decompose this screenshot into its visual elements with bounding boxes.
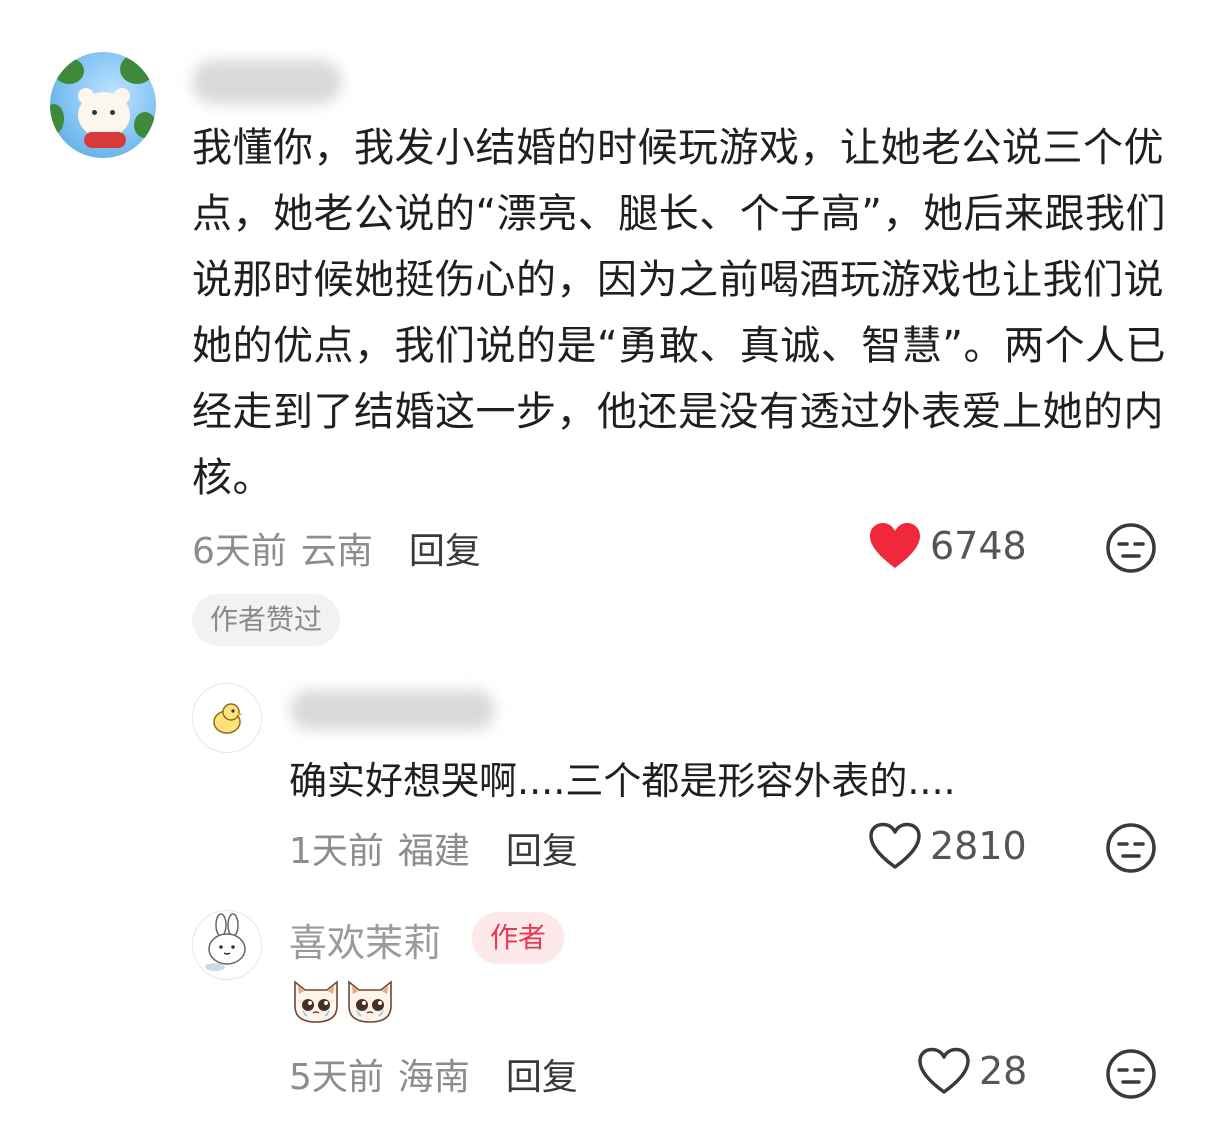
like-button[interactable]: 2810 (868, 822, 1027, 870)
author-avatar[interactable] (192, 910, 262, 980)
reply-text: 确实好想哭啊....三个都是形容外表的.... (289, 759, 956, 803)
comment-time: 6天前 (192, 531, 287, 572)
dislike-face-icon[interactable] (1105, 522, 1157, 574)
user-avatar[interactable] (50, 52, 156, 158)
rabbit-avatar-icon (205, 913, 246, 971)
like-count: 28 (979, 1049, 1028, 1093)
like-count: 6748 (930, 524, 1027, 568)
like-button[interactable]: 28 (917, 1047, 1027, 1095)
reply-meta: 5天前 海南 回复 (289, 1048, 578, 1100)
reply-button[interactable]: 回复 (506, 1048, 578, 1100)
crying-cat-emoji (294, 980, 338, 1023)
author-badge: 作者 (472, 912, 565, 964)
reply-button[interactable]: 回复 (506, 822, 578, 874)
author-name[interactable]: 喜欢茉莉 (289, 912, 441, 967)
comment-region: 云南 (300, 531, 373, 572)
reply-username-blurred[interactable] (290, 690, 495, 730)
username-blurred[interactable] (192, 60, 342, 104)
reply-avatar[interactable] (192, 683, 262, 753)
reply-region: 福建 (397, 831, 470, 872)
reply-time: 5天前 (289, 1057, 384, 1098)
comment-text: 我懂你，我发小结婚的时候玩游戏，让她老公说三个优点，她老公说的“漂亮、腿长、个子… (192, 125, 1166, 501)
reply-region: 海南 (397, 1057, 470, 1098)
comment-meta: 6天前 云南 回复 (192, 522, 481, 574)
author-liked-badge: 作者赞过 (192, 594, 341, 646)
like-count: 2810 (930, 824, 1027, 868)
dislike-face-icon[interactable] (1105, 822, 1157, 874)
reply-button[interactable]: 回复 (409, 522, 481, 574)
duck-avatar-icon (213, 703, 243, 734)
reply-meta: 1天前 福建 回复 (289, 822, 578, 874)
heart-filled-icon (870, 523, 920, 568)
crying-cat-emoji (348, 980, 392, 1023)
heart-outline-icon (918, 1047, 970, 1094)
heart-outline-icon (869, 822, 921, 869)
like-button[interactable]: 6748 (868, 522, 1027, 570)
dislike-face-icon[interactable] (1105, 1048, 1157, 1100)
reply-time: 1天前 (289, 831, 384, 872)
